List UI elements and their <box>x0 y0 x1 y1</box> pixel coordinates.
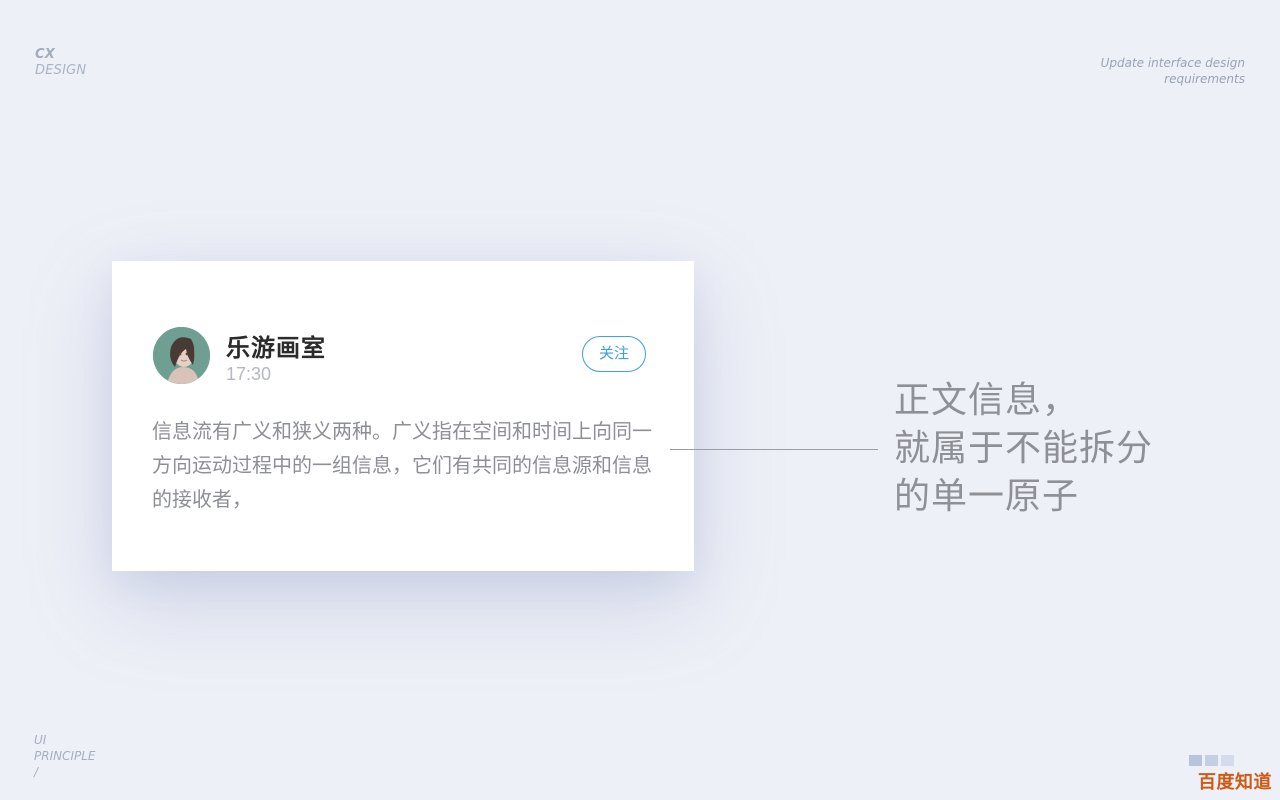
post-time: 17:30 <box>226 364 272 384</box>
annotation-text: 正文信息， 就属于不能拆分 的单一原子 <box>894 377 1153 521</box>
watermark-text: 百度知道 <box>1198 772 1272 793</box>
footer-label-line3: / <box>34 765 39 779</box>
footer-label-line2: PRINCIPLE <box>34 749 96 763</box>
brand-line2: DESIGN <box>35 63 87 78</box>
brand-logo: CX DESIGN <box>35 47 86 79</box>
footer-label-line1: UI <box>34 733 47 747</box>
feed-card: 乐游画室 17:30 关注 信息流有广义和狭义两种。广义指在空间和时间上向同一方… <box>112 261 694 571</box>
annotation-connector-line <box>670 449 878 450</box>
watermark-logo: 百度知道 <box>1189 755 1272 794</box>
footer-label: UI PRINCIPLE / <box>34 732 96 780</box>
header-note: Update interface design requirements <box>1101 55 1245 87</box>
follow-button[interactable]: 关注 <box>582 336 646 372</box>
header-note-line1: Update interface design <box>1100 56 1245 70</box>
post-body: 信息流有广义和狭义两种。广义指在空间和时间上向同一方向运动过程中的一组信息，它们… <box>152 419 652 511</box>
avatar[interactable] <box>153 327 210 384</box>
annotation-line2: 就属于不能拆分 <box>894 428 1154 469</box>
watermark-bars-icon <box>1189 755 1272 766</box>
brand-line1: CX <box>35 47 55 62</box>
account-name[interactable]: 乐游画室 <box>226 328 326 363</box>
annotation-line3: 的单一原子 <box>894 476 1080 517</box>
annotation-line1: 正文信息， <box>894 380 1080 421</box>
header-note-line2: requirements <box>1164 72 1245 86</box>
